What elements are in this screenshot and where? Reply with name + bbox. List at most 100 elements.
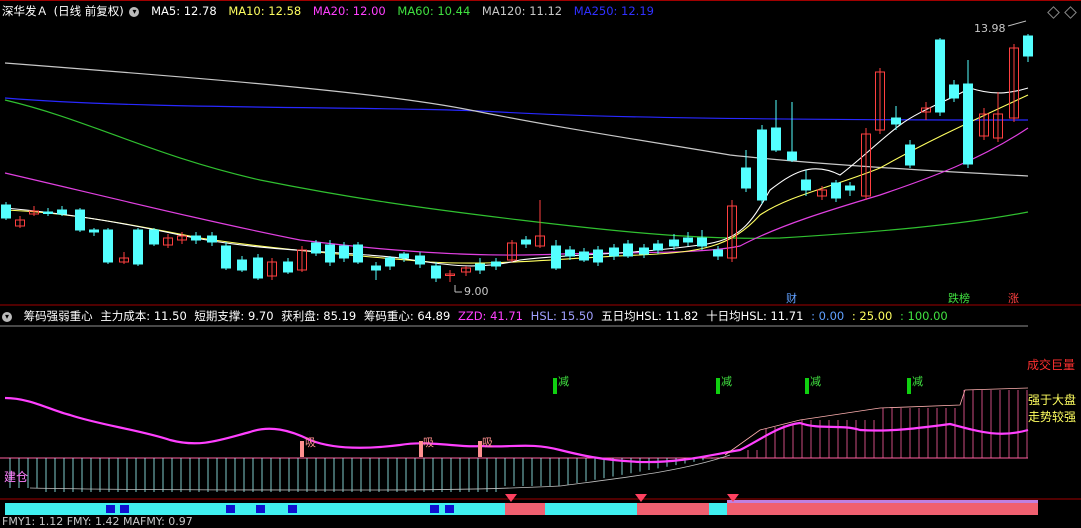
jiancang-label: 建仓 bbox=[4, 470, 29, 484]
candle-body bbox=[653, 243, 663, 251]
event-tag-diebang[interactable]: 跌榜 bbox=[946, 292, 972, 305]
candle-body bbox=[771, 127, 781, 151]
candle-body bbox=[521, 239, 531, 245]
ma250-line bbox=[4, 97, 1029, 121]
candle-body bbox=[207, 235, 217, 243]
bottom-header: FMY1: 1.12 FMY: 1.42 MAFMY: 0.97 bbox=[2, 516, 201, 528]
chip-center-value: 筹码重心: 64.89 bbox=[363, 309, 451, 323]
hsl5-value: 五日均HSL: 11.82 bbox=[601, 309, 699, 323]
candle-body bbox=[949, 84, 959, 99]
signal-strip bbox=[709, 503, 727, 515]
candle-body bbox=[57, 209, 67, 215]
signal-block bbox=[106, 505, 115, 513]
ref-value-3: : 100.00 bbox=[899, 309, 948, 323]
candle-body bbox=[385, 257, 395, 267]
candle-body bbox=[639, 247, 649, 255]
candle-body bbox=[697, 237, 707, 247]
candle-body bbox=[741, 167, 751, 189]
candle-body bbox=[353, 244, 363, 263]
candle-body bbox=[1023, 35, 1033, 57]
candle-body bbox=[237, 259, 247, 271]
candle-body bbox=[963, 83, 973, 165]
candle-body bbox=[149, 229, 159, 245]
xi-label: 吸 bbox=[482, 436, 493, 449]
chip-center-line bbox=[4, 396, 1029, 464]
candle-body bbox=[623, 243, 633, 257]
signal-strip bbox=[727, 503, 1038, 515]
settings-circle-icon[interactable]: ▾ bbox=[2, 311, 12, 322]
jian-label: 减 bbox=[558, 375, 569, 388]
signal-strip bbox=[727, 500, 1038, 503]
candle-body bbox=[415, 255, 425, 265]
candle-body bbox=[845, 185, 855, 191]
profit-value: 获利盘: 85.19 bbox=[281, 309, 357, 323]
jian-bar bbox=[553, 378, 557, 394]
jian-bar bbox=[907, 378, 911, 394]
candle-body bbox=[325, 244, 335, 263]
candle-body bbox=[191, 235, 201, 241]
signal-strip bbox=[545, 503, 637, 515]
hsl10-value: 十日均HSL: 11.71 bbox=[706, 309, 804, 323]
candle-body bbox=[801, 179, 811, 191]
signal-block bbox=[430, 505, 439, 513]
short-support-value: 短期支撑: 9.70 bbox=[194, 309, 274, 323]
candle-body bbox=[565, 249, 575, 257]
candle-body bbox=[43, 211, 53, 214]
signal-marker-icon bbox=[505, 494, 517, 502]
candle-body bbox=[905, 144, 915, 166]
ma60-line bbox=[4, 99, 1029, 239]
jian-label: 减 bbox=[721, 375, 732, 388]
candle-body bbox=[669, 239, 679, 247]
strong-step-line bbox=[724, 387, 1029, 456]
jian-bar bbox=[805, 378, 809, 394]
hsl-value: HSL: 15.50 bbox=[530, 309, 594, 323]
candle-body bbox=[133, 229, 143, 265]
candle-body bbox=[283, 261, 293, 273]
event-tag-zhang[interactable]: 涨 bbox=[1006, 292, 1021, 305]
signal-block bbox=[120, 505, 129, 513]
signal-marker-icon bbox=[635, 494, 647, 502]
candle-body bbox=[1, 204, 11, 219]
candle-body bbox=[371, 265, 381, 271]
candle-body bbox=[609, 247, 619, 257]
candlestick-chart[interactable] bbox=[0, 0, 1081, 524]
ref-value-1: : 0.00 bbox=[811, 309, 845, 323]
ref-value-2: : 25.00 bbox=[851, 309, 893, 323]
xi-label: 吸 bbox=[423, 436, 434, 449]
main-cost-value: 主力成本: 11.50 bbox=[100, 309, 187, 323]
indicator-name[interactable]: 筹码强弱重心 bbox=[24, 309, 93, 323]
xi-label: 吸 bbox=[305, 436, 316, 449]
candle-body bbox=[311, 242, 321, 254]
zzd-value: ZZD: 41.71 bbox=[457, 309, 524, 323]
signal-block bbox=[226, 505, 235, 513]
jian-label: 减 bbox=[912, 375, 923, 388]
signal-block bbox=[256, 505, 265, 513]
signal-strip bbox=[505, 503, 545, 515]
candle-body bbox=[103, 229, 113, 263]
candle-body bbox=[683, 237, 693, 243]
candle-body bbox=[89, 229, 99, 233]
strong-label-1: 强于大盘 bbox=[1028, 393, 1077, 407]
fmy-values: FMY1: 1.12 FMY: 1.42 MAFMY: 0.97 bbox=[2, 515, 193, 528]
event-tag-cai[interactable]: 财 bbox=[784, 292, 799, 305]
chart-window: 深华发Ａ (日线 前复权) ▾ MA5: 12.78 MA10: 12.58 M… bbox=[0, 0, 1081, 528]
high-pointer-line bbox=[1007, 20, 1027, 27]
candle-body bbox=[713, 249, 723, 257]
strong-label-2: 走势较强 bbox=[1028, 410, 1077, 424]
candle-body bbox=[475, 263, 485, 271]
candle-body bbox=[579, 251, 589, 261]
candle-body bbox=[551, 245, 561, 269]
candle-body bbox=[593, 249, 603, 263]
low-price-label: 9.00 bbox=[464, 285, 489, 298]
candle-body bbox=[399, 253, 409, 259]
signal-block bbox=[445, 505, 454, 513]
candle-body bbox=[787, 151, 797, 161]
jian-bar bbox=[716, 378, 720, 394]
candle-body bbox=[75, 209, 85, 231]
high-price-label: 13.98 bbox=[974, 22, 1006, 35]
indicator-header: ▾ 筹码强弱重心 主力成本: 11.50 短期支撑: 9.70 获利盘: 85.… bbox=[2, 308, 952, 324]
xi-bar bbox=[300, 441, 304, 457]
candle-body bbox=[757, 129, 767, 201]
signal-block bbox=[288, 505, 297, 513]
candle-body bbox=[891, 117, 901, 125]
